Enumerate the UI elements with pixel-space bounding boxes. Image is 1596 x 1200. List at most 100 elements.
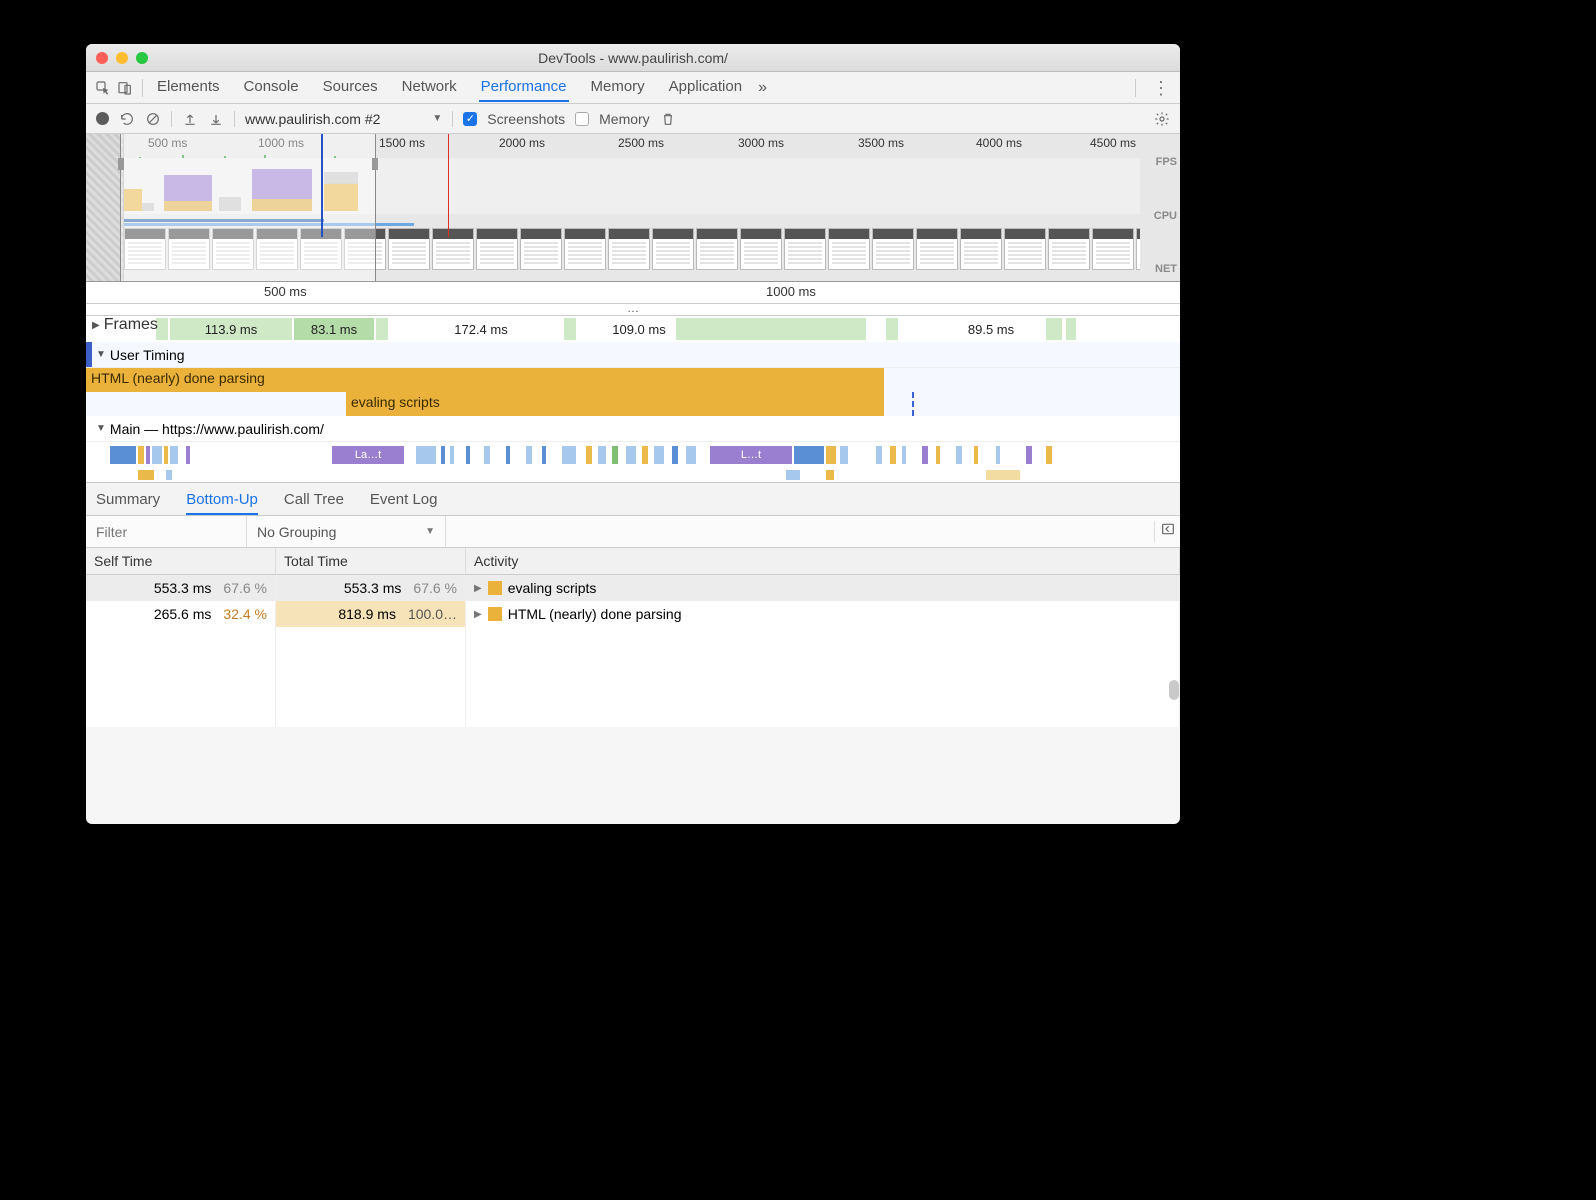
heaviest-stack-toggle[interactable] [1154, 521, 1180, 542]
titlebar: DevTools - www.paulirish.com/ [86, 44, 1180, 72]
col-total-time[interactable]: Total Time [276, 548, 466, 575]
user-timing-track[interactable]: HTML (nearly) done parsing [86, 368, 1180, 392]
tab-network[interactable]: Network [400, 73, 459, 102]
selection-handle-left[interactable] [118, 158, 124, 170]
ruler-tick: 500 ms [264, 284, 307, 299]
user-timing-header[interactable]: ▼ User Timing [86, 342, 1180, 368]
settings-button[interactable] [1154, 111, 1170, 127]
memory-checkbox[interactable] [575, 112, 589, 126]
playhead-marker [321, 134, 323, 237]
user-timing-label: User Timing [106, 347, 185, 363]
dtab-summary[interactable]: Summary [96, 489, 160, 515]
disclosure-right-icon[interactable]: ▶ [92, 320, 100, 331]
close-window-button[interactable] [96, 52, 108, 64]
overview-selection[interactable] [120, 134, 376, 281]
divider [142, 79, 143, 97]
frames-track[interactable]: ▶ Frames 113.9 ms 83.1 ms 172.4 ms 109.0… [86, 316, 1180, 342]
timing-end-marker [912, 392, 914, 416]
panel-tabs: Elements Console Sources Network Perform… [155, 73, 744, 102]
selection-handle-right[interactable] [372, 158, 378, 170]
tab-application[interactable]: Application [667, 73, 744, 102]
bottom-up-table: Self Time Total Time Activity 553.3 ms67… [86, 548, 1180, 727]
main-track-label: Main — https://www.paulirish.com/ [106, 421, 324, 437]
grouping-label: No Grouping [257, 524, 336, 540]
overview-tick: 1500 ms [379, 136, 425, 150]
performance-toolbar: www.paulirish.com #2 ▼ ✓ Screenshots Mem… [86, 104, 1180, 134]
cpu-label: CPU [1143, 210, 1177, 222]
tabs-overflow-button[interactable]: » [758, 79, 767, 97]
reload-record-button[interactable] [119, 111, 135, 127]
col-self-time[interactable]: Self Time [86, 548, 276, 575]
load-profile-button[interactable] [182, 111, 198, 127]
expand-icon[interactable]: ▶ [474, 609, 482, 620]
frame-segment[interactable]: 172.4 ms [396, 318, 566, 340]
tab-elements[interactable]: Elements [155, 73, 222, 102]
panel-tabbar: Elements Console Sources Network Perform… [86, 72, 1180, 104]
separator [452, 111, 453, 127]
record-button[interactable] [96, 112, 109, 125]
overview-main[interactable]: 500 ms 1000 ms 1500 ms 2000 ms 2500 ms 3… [124, 134, 1140, 281]
save-profile-button[interactable] [208, 111, 224, 127]
overview-tick: 4500 ms [1090, 136, 1136, 150]
filter-input[interactable] [86, 524, 246, 540]
caret-down-icon: ▼ [425, 526, 435, 537]
screenshots-label: Screenshots [487, 111, 565, 127]
overview-labels: FPS CPU NET [1140, 134, 1180, 281]
dtab-bottom-up[interactable]: Bottom-Up [186, 489, 258, 515]
traffic-lights [86, 52, 148, 64]
collapsed-tracks-indicator[interactable]: … [86, 304, 1180, 316]
separator [234, 111, 235, 127]
screenshots-checkbox[interactable]: ✓ [463, 112, 477, 126]
disclosure-down-icon[interactable]: ▼ [86, 423, 106, 434]
expand-icon[interactable]: ▶ [474, 583, 482, 594]
fps-label: FPS [1143, 156, 1177, 168]
net-label: NET [1143, 263, 1177, 275]
user-timing-track[interactable]: evaling scripts [86, 392, 1180, 416]
tab-sources[interactable]: Sources [321, 73, 380, 102]
activity-swatch-icon [488, 607, 502, 621]
zoom-window-button[interactable] [136, 52, 148, 64]
profile-select[interactable]: www.paulirish.com #2 ▼ [245, 111, 442, 127]
tab-performance[interactable]: Performance [479, 73, 569, 102]
overview-tick: 3000 ms [738, 136, 784, 150]
separator [171, 111, 172, 127]
overview-tick: 3500 ms [858, 136, 904, 150]
kebab-menu-icon[interactable]: ⋮ [1148, 79, 1174, 97]
timing-bar-html-parsing[interactable]: HTML (nearly) done parsing [86, 368, 884, 392]
overview-tick: 2000 ms [499, 136, 545, 150]
devtools-window: DevTools - www.paulirish.com/ Elements C… [86, 44, 1180, 824]
overview-tick: 2500 ms [618, 136, 664, 150]
frame-segment[interactable]: 113.9 ms [170, 318, 292, 340]
grouping-select[interactable]: No Grouping ▼ [246, 516, 446, 547]
memory-label: Memory [599, 111, 650, 127]
tab-memory[interactable]: Memory [589, 73, 647, 102]
garbage-collect-button[interactable] [660, 111, 676, 127]
filter-row: No Grouping ▼ [86, 516, 1180, 548]
overview-pane[interactable]: 500 ms 1000 ms 1500 ms 2000 ms 2500 ms 3… [86, 134, 1180, 282]
clear-button[interactable] [145, 111, 161, 127]
flamechart-pane[interactable]: ▶ Frames 113.9 ms 83.1 ms 172.4 ms 109.0… [86, 316, 1180, 727]
device-toolbar-icon[interactable] [114, 80, 136, 96]
dtab-call-tree[interactable]: Call Tree [284, 489, 344, 515]
frame-segment[interactable]: 89.5 ms [916, 318, 1066, 340]
divider [1135, 79, 1136, 97]
profile-name: www.paulirish.com #2 [245, 111, 380, 127]
main-track-header[interactable]: ▼ Main — https://www.paulirish.com/ [86, 416, 1180, 442]
frame-segment[interactable]: 83.1 ms [294, 318, 374, 340]
caret-down-icon: ▼ [432, 113, 442, 124]
scrollbar-thumb[interactable] [1169, 680, 1179, 700]
flame-chunk[interactable]: La…t [332, 446, 404, 464]
details-tabs: Summary Bottom-Up Call Tree Event Log [86, 482, 1180, 516]
timeline-ruler[interactable]: 500 ms 1000 ms [86, 282, 1180, 304]
window-title: DevTools - www.paulirish.com/ [538, 50, 728, 66]
col-activity[interactable]: Activity [466, 548, 1180, 575]
minimize-window-button[interactable] [116, 52, 128, 64]
main-flame-track[interactable]: La…t L…t [86, 442, 1180, 482]
frames-label: Frames [104, 316, 158, 334]
tab-console[interactable]: Console [242, 73, 301, 102]
dtab-event-log[interactable]: Event Log [370, 489, 438, 515]
inspect-element-icon[interactable] [92, 80, 114, 96]
load-event-marker [448, 134, 449, 237]
timing-bar-evaling-scripts[interactable]: evaling scripts [346, 392, 884, 416]
flame-chunk[interactable]: L…t [710, 446, 792, 464]
